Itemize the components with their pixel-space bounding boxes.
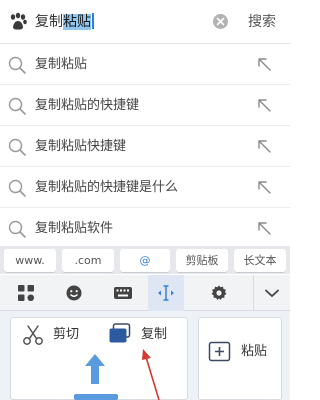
shortcut-www-key[interactable]: www. bbox=[4, 249, 56, 272]
suggestion-text: 复制粘贴的快捷键 bbox=[35, 98, 140, 113]
suggestion-text: 复制粘贴的快捷键是什么 bbox=[35, 180, 179, 195]
suggestion-item[interactable]: 复制粘贴软件 bbox=[0, 208, 290, 246]
keyboard-toolbar bbox=[0, 275, 290, 311]
shortcut-at-key[interactable]: @ bbox=[120, 249, 170, 272]
suggestion-item[interactable]: 复制粘贴的快捷键 bbox=[0, 85, 290, 126]
settings-gear-icon[interactable] bbox=[201, 275, 237, 311]
copy-icon[interactable] bbox=[108, 323, 132, 349]
suggestion-item[interactable]: 复制粘贴快捷键 bbox=[0, 126, 290, 167]
search-icon bbox=[7, 137, 27, 157]
fill-query-arrow-icon[interactable] bbox=[255, 137, 273, 155]
search-button[interactable]: 搜索 bbox=[248, 12, 276, 32]
scissors-icon[interactable] bbox=[22, 324, 44, 350]
arrow-up-icon[interactable] bbox=[85, 354, 105, 388]
text-cursor bbox=[92, 13, 94, 29]
suggestion-text: 复制粘贴快捷键 bbox=[35, 139, 127, 154]
search-bar: 复制粘贴 搜索 bbox=[0, 0, 290, 44]
fill-query-arrow-icon[interactable] bbox=[255, 96, 273, 114]
suggestion-item[interactable]: 复制粘贴的快捷键是什么 bbox=[0, 167, 290, 208]
fill-query-arrow-icon[interactable] bbox=[255, 219, 273, 237]
baidu-paw-icon bbox=[8, 12, 28, 32]
text-cursor-edit-icon[interactable] bbox=[148, 275, 184, 311]
search-icon bbox=[7, 219, 27, 239]
search-icon bbox=[7, 96, 27, 116]
fill-query-arrow-icon[interactable] bbox=[255, 55, 273, 73]
keyboard-icon[interactable] bbox=[104, 275, 140, 311]
paste-label: 粘贴 bbox=[241, 344, 268, 359]
collapse-chevron-icon[interactable] bbox=[253, 275, 289, 311]
edit-panel: 剪切 复制 粘贴 bbox=[0, 311, 290, 400]
search-input[interactable]: 复制粘贴 bbox=[35, 12, 94, 32]
clear-icon[interactable] bbox=[210, 11, 231, 32]
suggestion-text: 复制粘贴软件 bbox=[35, 221, 114, 236]
copy-button[interactable]: 复制 bbox=[141, 326, 167, 344]
suggestion-item[interactable]: 复制粘贴 bbox=[0, 44, 290, 85]
fill-query-arrow-icon[interactable] bbox=[255, 178, 273, 196]
search-query-text: 复制 bbox=[35, 14, 63, 30]
cut-button[interactable]: 剪切 bbox=[53, 326, 79, 344]
emoji-icon[interactable] bbox=[56, 275, 92, 311]
selected-text: 粘贴 bbox=[63, 14, 91, 30]
search-icon bbox=[7, 178, 27, 198]
shortcut-com-key[interactable]: .com bbox=[62, 249, 114, 272]
apps-grid-icon[interactable] bbox=[8, 275, 44, 311]
suggestion-text: 复制粘贴 bbox=[35, 57, 88, 72]
shortcut-strip: www. .com @ 剪贴板 长文本 bbox=[0, 246, 290, 274]
long-text-key[interactable]: 长文本 bbox=[234, 249, 286, 272]
paste-icon bbox=[208, 341, 232, 367]
annotation-arrow bbox=[138, 347, 164, 400]
search-icon bbox=[7, 55, 27, 75]
clipboard-key[interactable]: 剪贴板 bbox=[176, 249, 228, 272]
select-all-bar[interactable] bbox=[74, 394, 118, 400]
